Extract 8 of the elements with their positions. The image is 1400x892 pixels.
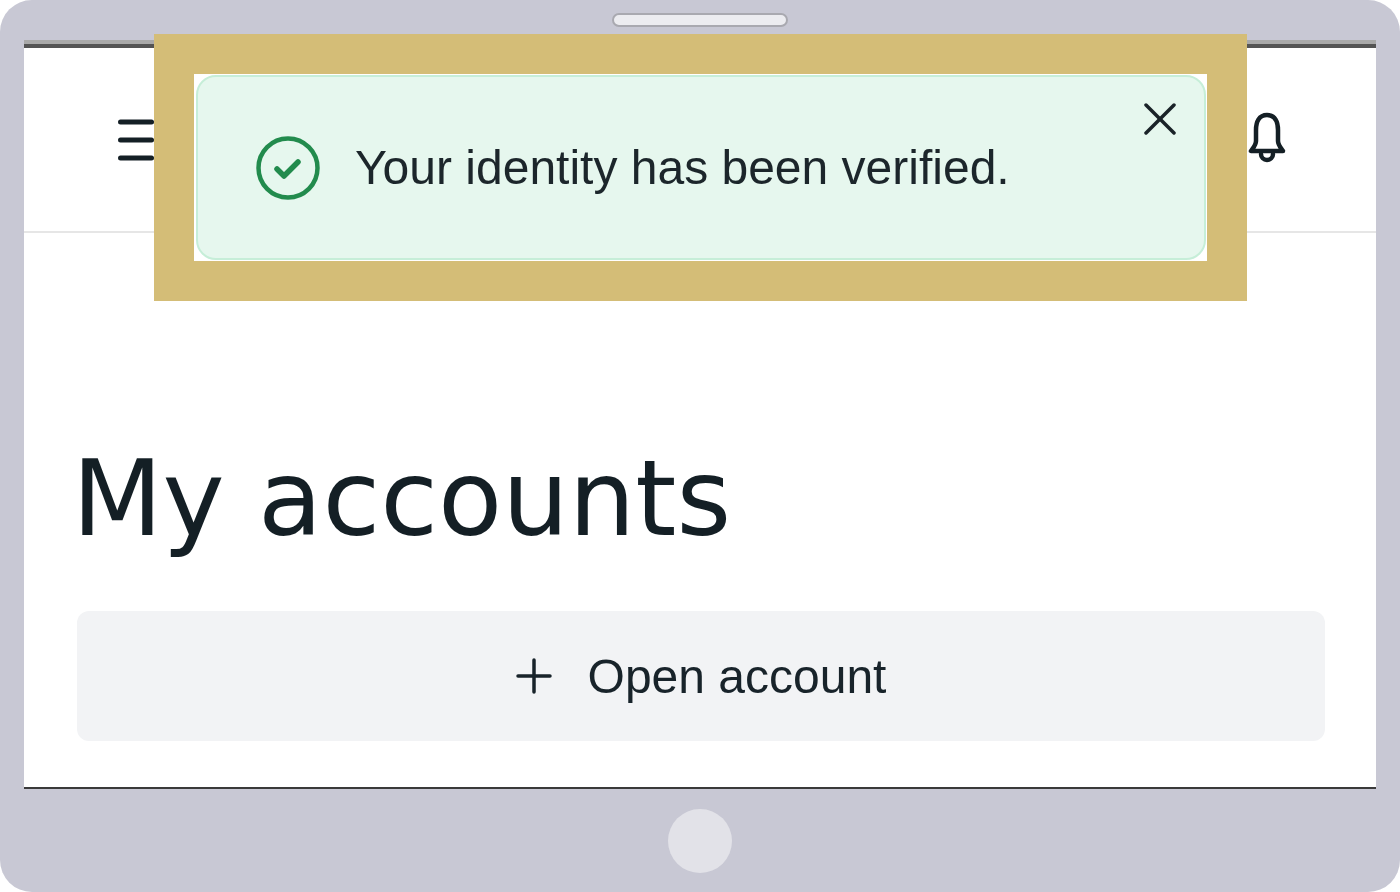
menu-icon[interactable]	[118, 118, 154, 161]
toast-message: Your identity has been verified.	[355, 140, 1010, 195]
close-icon	[1144, 103, 1176, 135]
check-circle-icon	[256, 135, 320, 200]
plus-icon	[515, 658, 552, 694]
close-button[interactable]	[1143, 102, 1177, 136]
open-account-button[interactable]: Open account	[77, 611, 1325, 741]
page-title: My accounts	[72, 437, 732, 561]
